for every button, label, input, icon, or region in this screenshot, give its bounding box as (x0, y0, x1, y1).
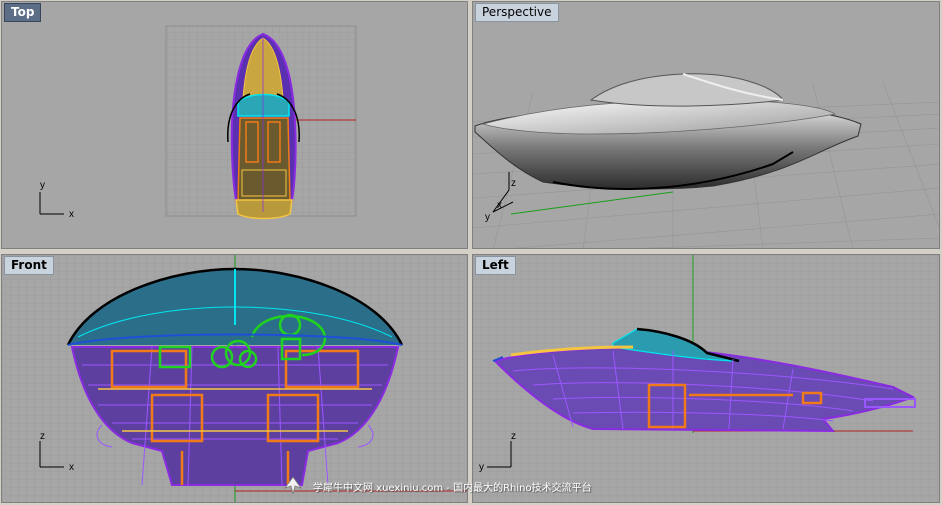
left-viewport[interactable]: z y Left (472, 254, 940, 503)
left-viewport-title[interactable]: Left (475, 256, 516, 275)
front-axis-z-label: z (40, 431, 45, 442)
persp-axis-x-label: x (497, 200, 502, 211)
left-axis-y-label: y (479, 462, 484, 473)
top-viewport-title[interactable]: Top (4, 3, 42, 22)
left-viewport-canvas[interactable]: z y (473, 255, 940, 503)
boat-perspective-shaded (474, 73, 862, 190)
front-axis-x-label: x (69, 462, 74, 473)
watermark-text: 学犀牛中文网 xuexiniu.com - 国内最大的Rhino技术交流平台 (313, 483, 592, 494)
top-axis-widget: y x (39, 180, 74, 220)
persp-axis-y-label: y (485, 212, 490, 223)
top-axis-x-label: x (69, 209, 74, 220)
top-axis-y-label: y (40, 180, 45, 191)
perspective-viewport[interactable]: z y x Perspective (472, 1, 940, 249)
top-viewport-canvas[interactable]: y x (2, 2, 468, 249)
front-viewport-title[interactable]: Front (4, 256, 54, 275)
top-viewport[interactable]: y x Top (1, 1, 468, 249)
perspective-viewport-title[interactable]: Perspective (475, 3, 559, 22)
left-axis-z-label: z (511, 431, 516, 442)
perspective-viewport-canvas[interactable]: z y x (473, 2, 940, 249)
persp-axis-z-label: z (511, 178, 516, 189)
rhino-viewport-layout: y x Top z y x Perspective z x Front z y … (0, 0, 942, 505)
persp-green-axis (510, 191, 674, 215)
perspective-axis-widget: z y x (485, 172, 516, 223)
front-viewport-canvas[interactable]: z x (2, 255, 468, 503)
watermark-logo-icon (283, 476, 303, 495)
front-viewport[interactable]: z x Front (1, 254, 468, 503)
